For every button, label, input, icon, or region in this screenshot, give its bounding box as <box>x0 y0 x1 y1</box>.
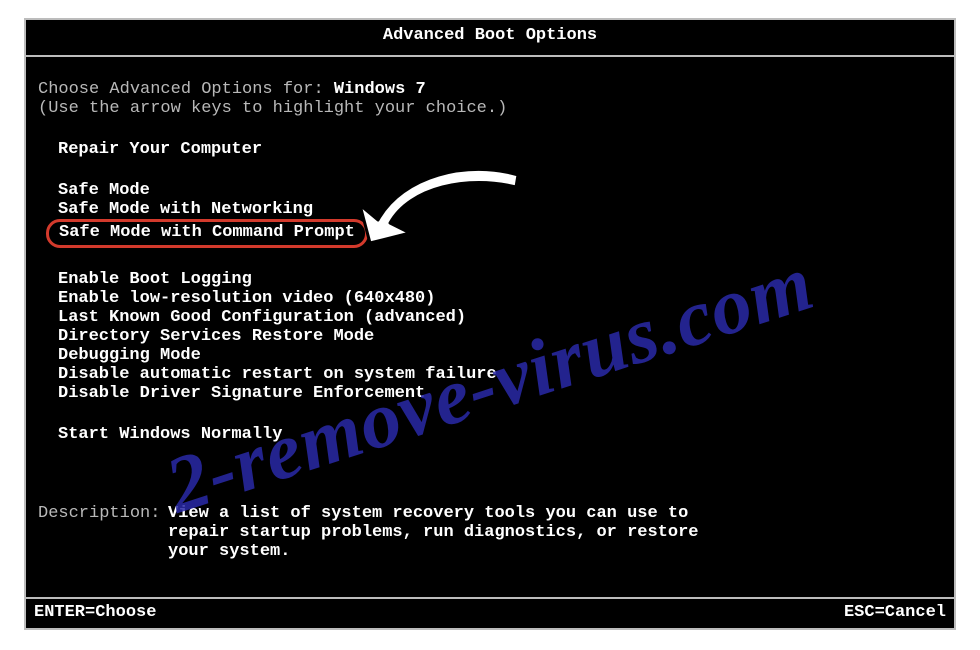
description-label: Description: <box>38 504 168 561</box>
choose-label: Choose Advanced Options for: <box>38 80 334 99</box>
option-safe-mode[interactable]: Safe Mode <box>48 181 942 200</box>
option-group-4: Start Windows Normally <box>38 425 942 444</box>
content-area: Choose Advanced Options for: Windows 7 (… <box>38 80 942 561</box>
choose-line: Choose Advanced Options for: Windows 7 <box>38 80 942 99</box>
title-bar: Advanced Boot Options <box>26 20 954 57</box>
option-directory-services-restore[interactable]: Directory Services Restore Mode <box>48 327 942 346</box>
option-safe-mode-command-prompt-wrap[interactable]: Safe Mode with Command Prompt <box>48 219 942 248</box>
os-name: Windows 7 <box>334 80 426 99</box>
option-low-res-video[interactable]: Enable low-resolution video (640x480) <box>48 289 942 308</box>
option-last-known-good[interactable]: Last Known Good Configuration (advanced) <box>48 308 942 327</box>
option-group-1: Repair Your Computer <box>38 140 942 159</box>
instruction-line: (Use the arrow keys to highlight your ch… <box>38 99 942 118</box>
option-safe-mode-command-prompt[interactable]: Safe Mode with Command Prompt <box>46 219 368 248</box>
option-disable-auto-restart[interactable]: Disable automatic restart on system fail… <box>48 365 942 384</box>
footer-enter: ENTER=Choose <box>34 603 156 622</box>
footer-bar: ENTER=Choose ESC=Cancel <box>26 597 954 628</box>
description-block: Description: View a list of system recov… <box>38 504 942 561</box>
screen-title: Advanced Boot Options <box>383 26 597 45</box>
option-disable-driver-sig[interactable]: Disable Driver Signature Enforcement <box>48 384 942 403</box>
option-safe-mode-networking[interactable]: Safe Mode with Networking <box>48 200 942 219</box>
option-debugging-mode[interactable]: Debugging Mode <box>48 346 942 365</box>
option-enable-boot-logging[interactable]: Enable Boot Logging <box>48 270 942 289</box>
option-group-2: Safe Mode Safe Mode with Networking Safe… <box>38 181 942 248</box>
description-text: View a list of system recovery tools you… <box>168 504 728 561</box>
option-repair-your-computer[interactable]: Repair Your Computer <box>48 140 942 159</box>
option-group-3: Enable Boot Logging Enable low-resolutio… <box>38 270 942 403</box>
boot-screen: Advanced Boot Options Choose Advanced Op… <box>24 18 956 630</box>
footer-esc: ESC=Cancel <box>844 603 946 622</box>
option-start-windows-normally[interactable]: Start Windows Normally <box>48 425 942 444</box>
